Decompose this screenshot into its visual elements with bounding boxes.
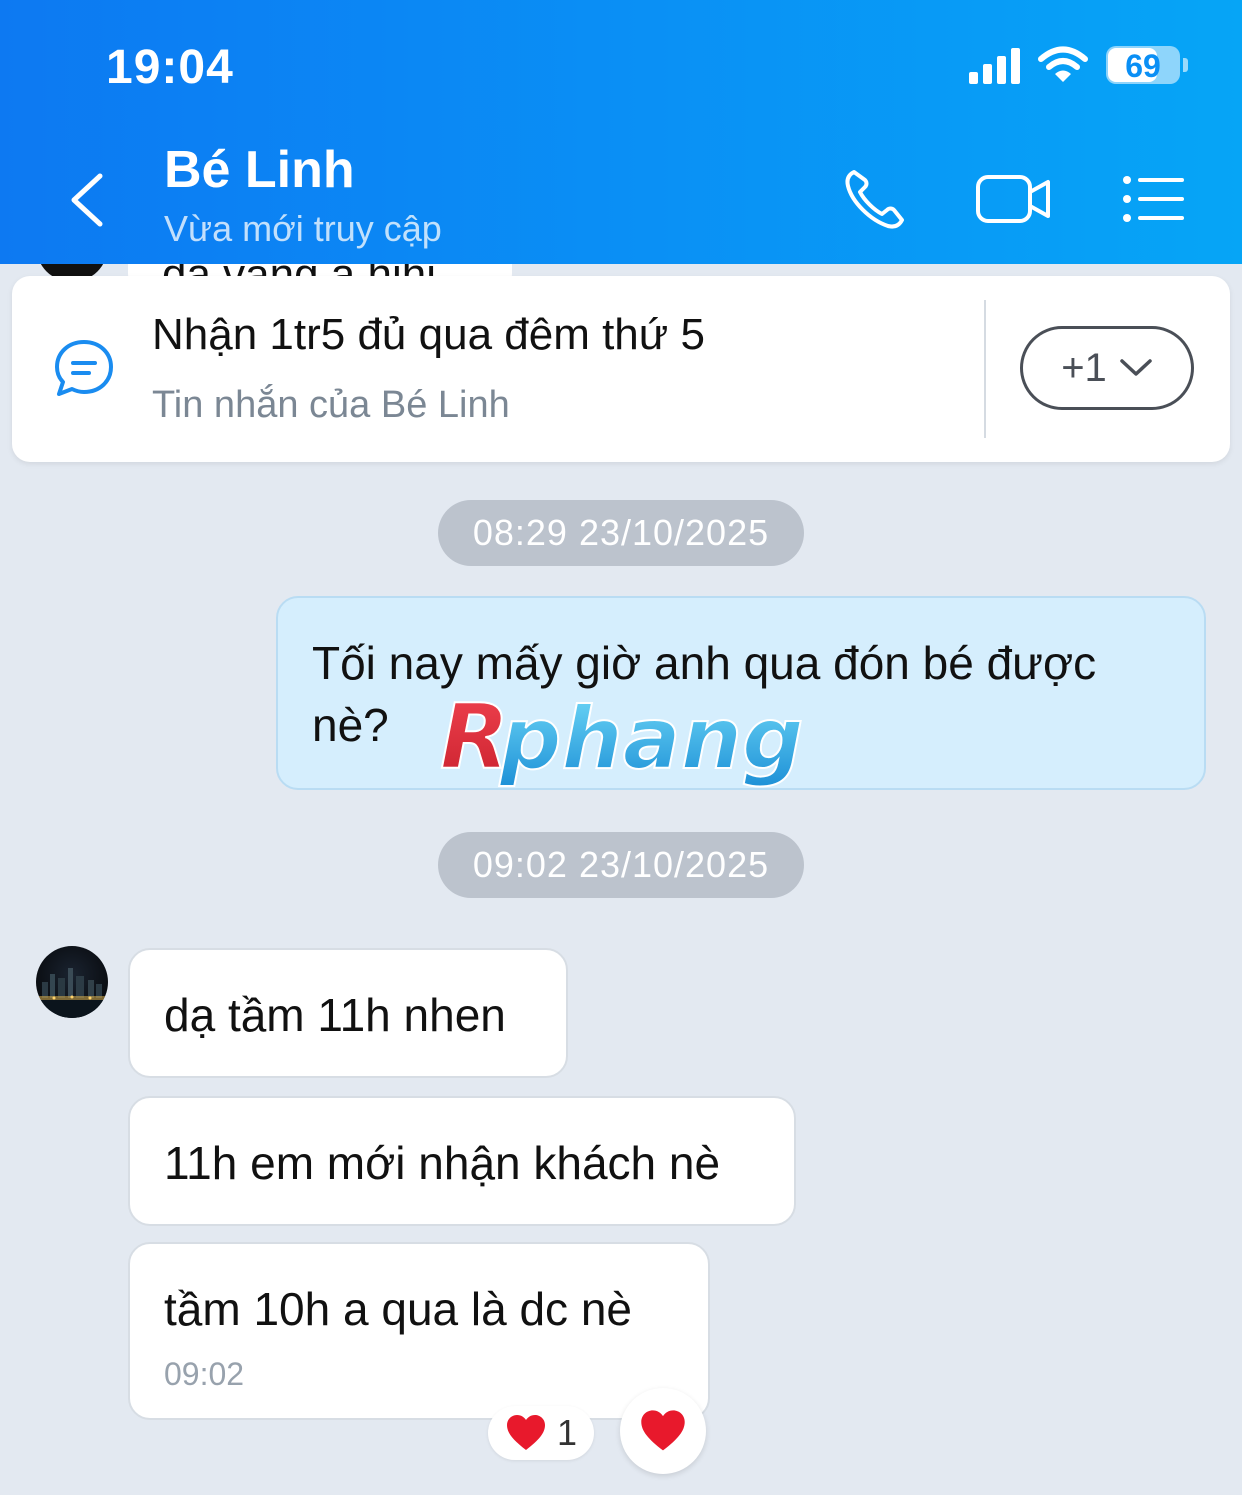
phone-call-icon[interactable] <box>840 164 910 234</box>
timestamp-text: 08:29 23/10/2025 <box>472 512 770 553</box>
divider <box>984 300 986 438</box>
message-text: tầm 10h a qua là dc nè <box>164 1283 632 1335</box>
pinned-sender: Tin nhắn của Bé Linh <box>152 384 510 426</box>
pinned-text: Nhận 1tr5 đủ qua đêm thứ 5 <box>152 310 705 359</box>
react-heart-button[interactable] <box>620 1388 706 1474</box>
cellular-signal-icon <box>969 46 1020 84</box>
pinned-more-button[interactable]: +1 <box>1020 326 1194 410</box>
pinned-message-card[interactable]: Nhận 1tr5 đủ qua đêm thứ 5 Tin nhắn của … <box>12 276 1230 462</box>
battery-icon: 69 <box>1106 46 1188 84</box>
timestamp-text: 09:02 23/10/2025 <box>472 844 770 885</box>
reaction-count: 1 <box>556 1412 578 1453</box>
watermark-letters-phang: phang <box>499 689 804 789</box>
contact-avatar[interactable] <box>36 946 108 1018</box>
battery-level: 69 <box>1125 48 1161 84</box>
incoming-message-bubble[interactable]: 11h em mới nhận khách nè <box>128 1096 796 1226</box>
contact-status: Vừa mới truy cập <box>164 208 442 249</box>
menu-list-icon[interactable] <box>1118 164 1188 234</box>
chevron-down-icon <box>1120 359 1152 376</box>
message-time: 09:02 <box>164 1356 245 1392</box>
status-icons: 69 <box>969 46 1188 84</box>
pinned-more-count: +1 <box>1061 345 1107 390</box>
status-time: 19:04 <box>106 41 234 94</box>
message-text: 11h em mới nhận khách nè <box>164 1137 721 1189</box>
timestamp-separator: 09:02 23/10/2025 <box>438 832 804 898</box>
timestamp-separator: 08:29 23/10/2025 <box>438 500 804 566</box>
heart-icon <box>641 1410 685 1451</box>
contact-name[interactable]: Bé Linh <box>164 140 355 200</box>
watermark-logo: R phang <box>439 688 805 791</box>
video-call-icon[interactable] <box>974 164 1054 234</box>
incoming-message-bubble[interactable]: tầm 10h a qua là dc nè 09:02 <box>128 1242 710 1420</box>
chat-header: 19:04 69 Bé Linh Vừa mới truy cập <box>0 0 1242 264</box>
back-arrow-icon[interactable] <box>60 168 116 232</box>
heart-icon <box>506 1415 545 1450</box>
message-bubble-icon <box>55 340 113 396</box>
watermark-letter-r: R <box>440 688 509 790</box>
reaction-summary[interactable]: 1 <box>488 1406 594 1460</box>
incoming-message-bubble[interactable]: dạ tầm 11h nhen <box>128 948 568 1078</box>
wifi-icon <box>1038 46 1088 82</box>
message-text: dạ tầm 11h nhen <box>164 989 506 1041</box>
